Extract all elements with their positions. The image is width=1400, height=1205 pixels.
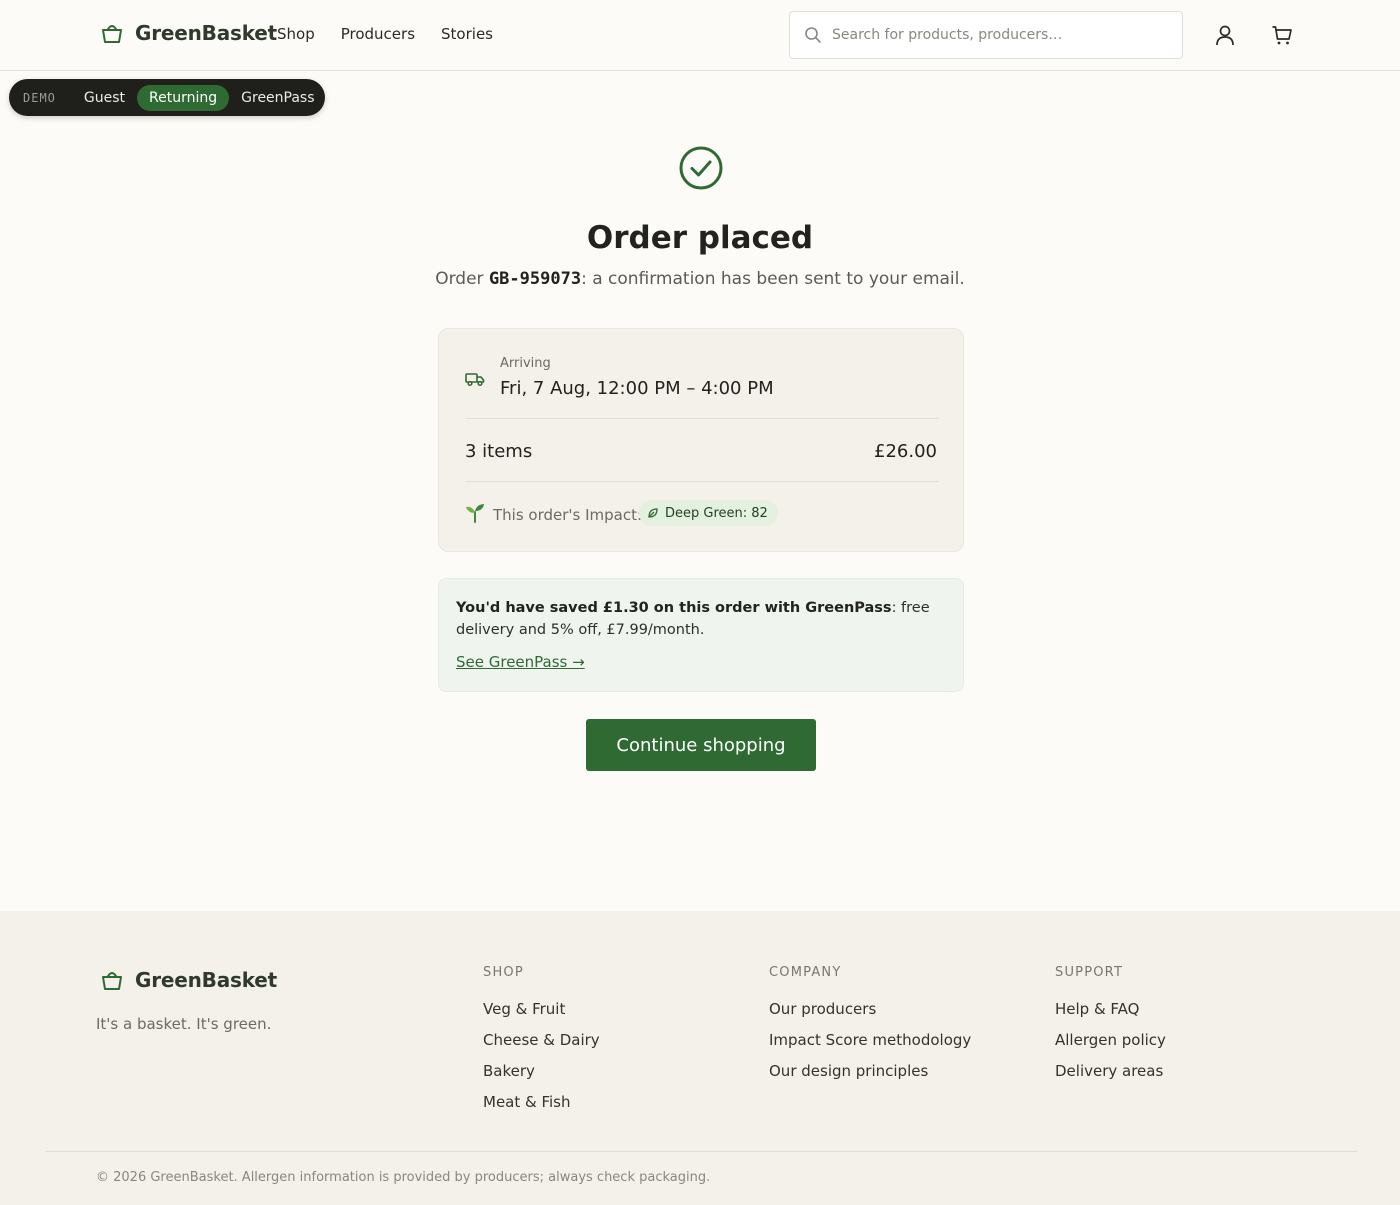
footer-heading: SUPPORT <box>1055 965 1124 980</box>
footer-link[interactable]: Our producers <box>769 1000 971 1019</box>
nav-stories[interactable]: Stories <box>441 25 493 43</box>
basket-icon <box>102 25 122 43</box>
nav-producers[interactable]: Producers <box>341 25 415 43</box>
order-summary-card: Arriving Fri, 7 Aug, 12:00 PM – 4:00 PM … <box>438 328 964 552</box>
footer-logo-text: GreenBasket <box>135 968 277 992</box>
promo-text: You'd have saved £1.30 on this order wit… <box>456 597 946 641</box>
search-input[interactable] <box>832 27 1162 43</box>
demo-tag: DEMO <box>23 90 56 105</box>
cart-icon[interactable] <box>1271 24 1293 46</box>
footer-link[interactable]: Our design principles <box>769 1062 971 1081</box>
order-suffix: : a confirmation has been sent to your e… <box>581 269 965 289</box>
items-count: 3 items <box>465 441 533 462</box>
footer-logo[interactable]: GreenBasket <box>99 967 277 993</box>
logo[interactable]: GreenBasket <box>99 20 277 46</box>
user-icon[interactable] <box>1214 24 1236 46</box>
impact-label: This order's Impact: <box>493 506 643 524</box>
footer-column-company: COMPANY Our producers Impact Score metho… <box>769 965 971 1093</box>
order-total: £26.00 <box>874 441 937 462</box>
demo-option-greenpass[interactable]: GreenPass <box>229 85 326 111</box>
continue-shopping-button[interactable]: Continue shopping <box>586 719 816 771</box>
logo-text: GreenBasket <box>135 21 277 45</box>
sprout-icon <box>466 504 484 523</box>
footer-link[interactable]: Meat & Fish <box>483 1093 600 1112</box>
promo-savings: You'd have saved £1.30 on this order wit… <box>456 600 892 616</box>
demo-option-guest[interactable]: Guest <box>72 85 137 111</box>
greenpass-promo: You'd have saved £1.30 on this order wit… <box>438 578 964 692</box>
main-nav: Shop Producers Stories <box>277 25 493 43</box>
arriving-label: Arriving <box>500 356 551 371</box>
footer-link[interactable]: Bakery <box>483 1062 600 1081</box>
divider <box>465 481 939 482</box>
footer-link[interactable]: Impact Score methodology <box>769 1031 971 1050</box>
footer-heading: SHOP <box>483 965 524 980</box>
arriving-date: Fri, 7 Aug, 12:00 PM – 4:00 PM <box>500 378 774 399</box>
footer-tagline: It's a basket. It's green. <box>96 1015 272 1033</box>
order-subtitle: Order GB-959073: a confirmation has been… <box>0 269 1400 289</box>
site-header: GreenBasket Shop Producers Stories <box>0 0 1400 71</box>
demo-switcher: DEMO Guest Returning GreenPass <box>9 79 325 116</box>
divider <box>465 418 939 419</box>
impact-score: Deep Green: 82 <box>665 505 768 521</box>
check-circle-icon <box>679 146 723 190</box>
search-box[interactable] <box>789 11 1183 59</box>
order-prefix: Order <box>435 269 489 289</box>
footer-link[interactable]: Delivery areas <box>1055 1062 1166 1081</box>
footer-link[interactable]: Cheese & Dairy <box>483 1031 600 1050</box>
order-code: GB-959073 <box>488 269 582 289</box>
footer-link[interactable]: Veg & Fruit <box>483 1000 600 1019</box>
leaf-icon <box>648 508 658 518</box>
nav-shop[interactable]: Shop <box>277 25 315 43</box>
page-title: Order placed <box>586 220 814 256</box>
footer-column-shop: SHOP Veg & Fruit Cheese & Dairy Bakery M… <box>483 965 600 1124</box>
truck-icon <box>465 373 485 387</box>
footer-column-support: SUPPORT Help & FAQ Allergen policy Deliv… <box>1055 965 1166 1093</box>
impact-badge: Deep Green: 82 <box>639 500 778 526</box>
see-greenpass-link[interactable]: See GreenPass → <box>456 653 585 671</box>
basket-icon <box>102 972 122 990</box>
demo-option-returning[interactable]: Returning <box>137 84 230 111</box>
search-icon <box>805 27 821 43</box>
footer-link[interactable]: Allergen policy <box>1055 1031 1166 1050</box>
footer-link[interactable]: Help & FAQ <box>1055 1000 1166 1019</box>
site-footer: GreenBasket It's a basket. It's green. S… <box>0 911 1400 1205</box>
copyright: © 2026 GreenBasket. Allergen information… <box>96 1170 711 1185</box>
footer-divider <box>45 1151 1357 1152</box>
footer-heading: COMPANY <box>769 965 842 980</box>
